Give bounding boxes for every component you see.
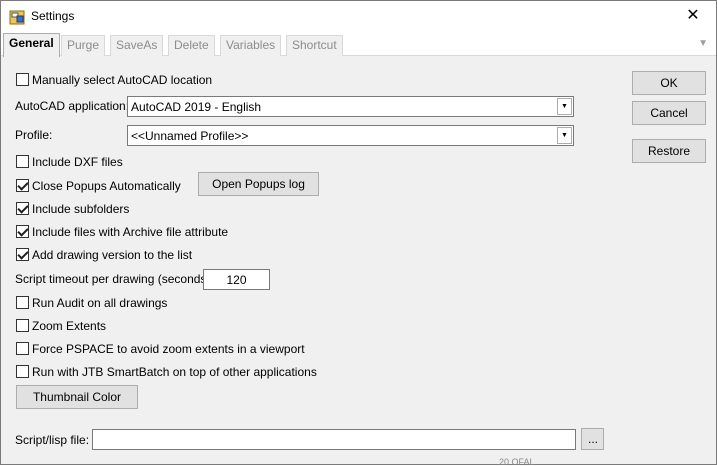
script-timeout-value: 120 <box>226 273 247 287</box>
tab-overflow-icon[interactable]: ▼ <box>698 38 708 49</box>
add-drawing-version-checkbox[interactable] <box>16 248 29 261</box>
manual-location-label: Manually select AutoCAD location <box>32 73 213 87</box>
close-popups-label: Close Popups Automatically <box>32 179 181 193</box>
add-drawing-version-label: Add drawing version to the list <box>32 248 193 262</box>
profile-select[interactable]: <<Unnamed Profile>> ▼ <box>127 125 574 146</box>
script-timeout-label: Script timeout per drawing (seconds): <box>15 272 214 286</box>
script-file-input[interactable] <box>92 429 576 450</box>
run-audit-label: Run Audit on all drawings <box>32 296 168 310</box>
autocad-app-select[interactable]: AutoCAD 2019 - English ▼ <box>127 96 574 117</box>
close-button[interactable]: ✕ <box>670 1 716 32</box>
restore-button[interactable]: Restore <box>632 139 706 163</box>
include-archive-label: Include files with Archive file attribut… <box>32 225 229 239</box>
close-icon[interactable]: ✕ <box>686 7 699 24</box>
zoom-extents-checkbox[interactable] <box>16 319 29 332</box>
thumbnail-color-button[interactable]: Thumbnail Color <box>16 385 138 409</box>
autocad-app-label: AutoCAD application: <box>15 99 130 113</box>
include-dxf-label: Include DXF files <box>32 155 123 169</box>
browse-button[interactable]: ... <box>581 428 604 450</box>
title-bar: Settings ✕ <box>1 1 716 32</box>
include-subfolders-checkbox[interactable] <box>16 202 29 215</box>
chevron-down-icon[interactable]: ▼ <box>557 98 572 115</box>
script-timeout-input[interactable]: 120 <box>203 269 270 290</box>
ok-button[interactable]: OK <box>632 71 706 95</box>
include-dxf-checkbox[interactable] <box>16 155 29 168</box>
open-popups-log-button[interactable]: Open Popups log <box>198 172 319 196</box>
force-pspace-checkbox[interactable] <box>16 342 29 355</box>
background-text: 20 OFAL <box>499 457 535 467</box>
cancel-button[interactable]: Cancel <box>632 101 706 125</box>
autocad-app-value: AutoCAD 2019 - English <box>131 100 262 114</box>
tab-delete[interactable]: Delete <box>168 35 215 56</box>
zoom-extents-label: Zoom Extents <box>32 319 107 333</box>
settings-window: Settings ✕ General Purge SaveAs Delete V… <box>0 0 717 467</box>
profile-value: <<Unnamed Profile>> <box>131 129 249 143</box>
tab-purge[interactable]: Purge <box>61 35 106 56</box>
close-popups-checkbox[interactable] <box>16 179 29 192</box>
window-title: Settings <box>31 9 75 23</box>
tab-strip: General Purge SaveAs Delete Variables Sh… <box>1 32 716 57</box>
include-subfolders-label: Include subfolders <box>32 202 130 216</box>
run-on-top-label: Run with JTB SmartBatch on top of other … <box>32 365 317 379</box>
tab-saveas[interactable]: SaveAs <box>110 35 164 56</box>
tab-general[interactable]: General <box>3 33 60 57</box>
app-icon <box>9 10 25 25</box>
run-on-top-checkbox[interactable] <box>16 365 29 378</box>
force-pspace-label: Force PSPACE to avoid zoom extents in a … <box>32 342 305 356</box>
script-file-label: Script/lisp file: <box>15 433 90 447</box>
manual-location-checkbox[interactable] <box>16 73 29 86</box>
tab-variables[interactable]: Variables <box>220 35 282 56</box>
profile-label: Profile: <box>15 128 53 142</box>
chevron-down-icon[interactable]: ▼ <box>557 127 572 144</box>
include-archive-checkbox[interactable] <box>16 225 29 238</box>
tab-shortcut[interactable]: Shortcut <box>286 35 343 56</box>
run-audit-checkbox[interactable] <box>16 296 29 309</box>
